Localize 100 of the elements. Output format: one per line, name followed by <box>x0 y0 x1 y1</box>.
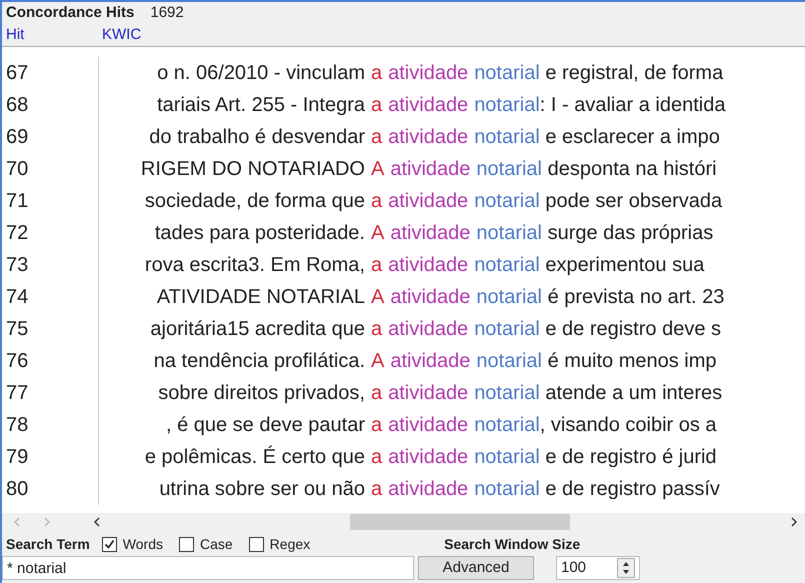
keyword: notarial <box>476 157 542 182</box>
node-word: a <box>371 93 382 118</box>
node-word: a <box>371 445 382 470</box>
checkbox[interactable]: Case <box>178 534 233 554</box>
keyword: notarial <box>474 413 540 438</box>
left-context: rova escrita3. Em Roma, <box>144 253 365 278</box>
right-context: atende a um interes <box>544 381 722 406</box>
node-word: A <box>371 349 384 374</box>
hit-number: 78 <box>5 413 30 438</box>
advanced-button[interactable]: Advanced <box>418 556 534 580</box>
right-context: , visando coibir os a <box>540 413 717 438</box>
left-context: RIGEM DO NOTARIADO <box>140 157 365 182</box>
keyword: notarial <box>474 125 540 150</box>
left-context: sociedade, de forma que <box>144 189 365 214</box>
right-context: pode ser observada <box>544 189 722 214</box>
left-context: ajoritária15 acredita que <box>150 317 365 342</box>
left-context: o n. 06/2010 - vinculam <box>157 61 365 86</box>
keyword: atividade <box>388 413 468 438</box>
hit-number: 80 <box>5 477 30 502</box>
column-header[interactable]: KWIC <box>98 24 146 46</box>
search-term-label: Search Term <box>6 534 90 554</box>
checkbox[interactable]: Words <box>102 534 163 554</box>
checkbox[interactable]: Regex <box>248 534 310 554</box>
search-field[interactable]: * notarial <box>2 556 414 580</box>
right-context: é prevista no art. 23 <box>546 285 724 310</box>
keyword: atividade <box>388 61 468 86</box>
right-context: e registral, de forma <box>544 61 724 86</box>
keyword: notarial <box>474 189 540 214</box>
left-context: , é que se deve pautar <box>166 413 365 438</box>
checkmark-icon <box>104 538 115 550</box>
node-word: A <box>371 221 384 246</box>
keyword: atividade <box>390 349 470 374</box>
left-context: tariais Art. 255 - Integra <box>157 93 365 118</box>
panel-title: Concordance Hits <box>6 2 134 23</box>
left-context: sobre direitos privados, <box>158 381 365 406</box>
window-size-label: Search Window Size <box>444 534 580 554</box>
right-context: e de registro deve s <box>544 317 722 342</box>
scroll-left-icon[interactable] <box>94 517 100 527</box>
left-context: do trabalho é desvendar <box>149 125 365 150</box>
node-word: a <box>371 61 382 86</box>
spin-arrows-icon[interactable] <box>617 558 635 578</box>
keyword: atividade <box>390 157 470 182</box>
keyword: atividade <box>388 381 468 406</box>
hit-number: 75 <box>5 317 30 342</box>
right-context: e de registro é jurid <box>544 445 717 470</box>
hit-number: 67 <box>5 61 30 86</box>
hit-number: 74 <box>5 285 30 310</box>
keyword: notarial <box>474 93 540 118</box>
keyword: notarial <box>474 477 540 502</box>
right-context: desponta na históri <box>546 157 717 182</box>
node-word: a <box>371 413 382 438</box>
hit-number: 76 <box>5 349 30 374</box>
keyword: atividade <box>388 189 468 214</box>
left-context: ATIVIDADE NOTARIAL <box>156 285 365 310</box>
keyword: notarial <box>476 221 542 246</box>
right-context: : I - avaliar a identida <box>540 93 726 118</box>
node-word: a <box>371 125 382 150</box>
keyword: notarial <box>474 381 540 406</box>
hit-number: 77 <box>5 381 30 406</box>
left-context: na tendência profilática. <box>154 349 365 374</box>
keyword: atividade <box>388 253 468 278</box>
left-context: e polêmicas. É certo que <box>144 444 365 470</box>
node-word: a <box>371 253 382 278</box>
node-word: a <box>371 381 382 406</box>
hit-number: 72 <box>5 221 30 246</box>
right-context: e de registro passív <box>544 477 720 502</box>
hit-number: 68 <box>5 93 30 118</box>
keyword: atividade <box>388 93 468 118</box>
scroll-right-icon[interactable] <box>791 517 797 527</box>
left-context: tades para posteridade. <box>154 221 365 246</box>
keyword: atividade <box>388 317 468 342</box>
node-word: a <box>371 477 382 502</box>
keyword: notarial <box>474 253 540 278</box>
node-word: A <box>371 157 384 182</box>
keyword: notarial <box>476 285 542 310</box>
hit-number: 79 <box>5 445 30 470</box>
keyword: atividade <box>390 221 470 246</box>
keyword: notarial <box>474 317 540 342</box>
hit-number: 73 <box>5 253 30 278</box>
window-size-spinbox[interactable]: 100 <box>556 556 640 580</box>
hit-count: 1692 <box>150 2 184 23</box>
scrollbar-thumb[interactable] <box>350 514 570 530</box>
left-context: utrina sobre ser ou não <box>159 477 365 502</box>
node-word: a <box>371 189 382 214</box>
hit-number: 70 <box>5 157 30 182</box>
node-word: a <box>371 317 382 342</box>
node-word: A <box>371 285 384 310</box>
keyword: atividade <box>388 445 468 470</box>
right-context: experimentou sua <box>544 253 704 278</box>
keyword: atividade <box>388 477 468 502</box>
keyword: atividade <box>390 285 470 310</box>
hit-number: 69 <box>5 125 30 150</box>
keyword: notarial <box>474 445 540 470</box>
right-context: e esclarecer a impo <box>544 125 720 150</box>
keyword: notarial <box>474 61 540 86</box>
right-context: surge das próprias <box>546 221 714 246</box>
column-header[interactable]: Hit <box>2 24 98 46</box>
right-context: é muito menos imp <box>546 349 717 374</box>
keyword: notarial <box>476 349 542 374</box>
keyword: atividade <box>388 125 468 150</box>
